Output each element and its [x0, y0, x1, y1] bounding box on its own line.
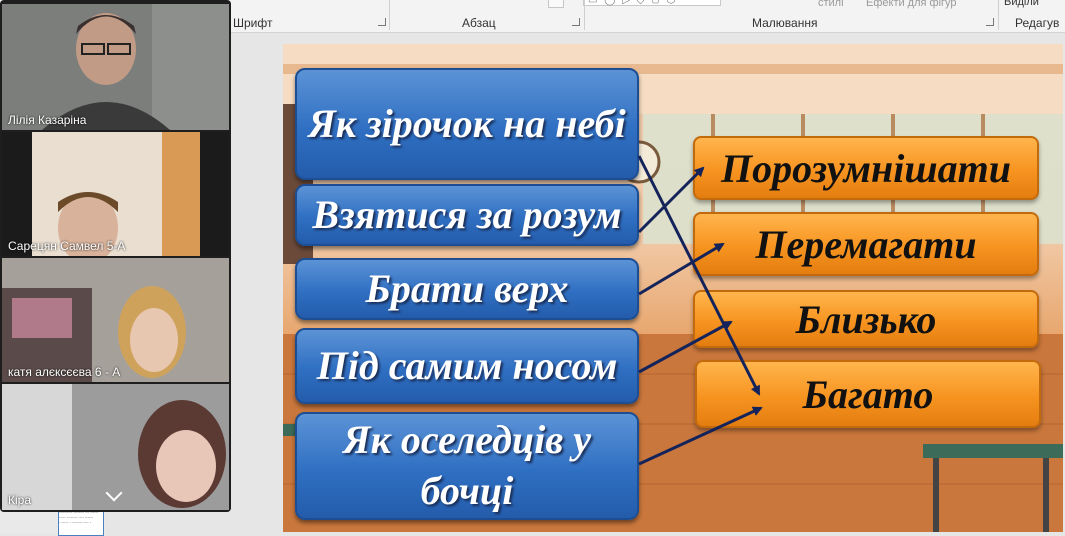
connector-arrows	[637, 155, 763, 466]
participant-video	[2, 258, 229, 382]
ribbon-group-editing: Редагув	[1015, 16, 1060, 30]
participant-tile[interactable]: катя алєксєєва 6 - А	[2, 258, 229, 382]
participant-tile[interactable]: Сарецян Самвел 5-А	[2, 132, 229, 256]
video-participants-panel: Лілія Казаріна Сарецян Самвел 5-А катя а…	[0, 0, 231, 512]
ribbon-group-drawing: Малювання	[752, 16, 818, 30]
font-dialog-launcher-icon[interactable]	[378, 18, 386, 26]
quick-styles-button[interactable]: стилі	[818, 0, 844, 9]
ribbon-separator	[389, 0, 390, 30]
participant-video	[2, 4, 229, 130]
shape-gallery[interactable]: ▭ ◯ ▷ ◇ ⬠ ⬡	[583, 0, 721, 6]
ribbon-group-font: Шрифт	[233, 16, 273, 30]
participant-tile[interactable]: Лілія Казаріна	[2, 4, 229, 130]
slide-thumbnail[interactable]: ----- ----- --- ---- - --- -- - ----- - -- ----…	[58, 508, 104, 536]
participant-video	[32, 132, 200, 256]
ribbon-separator	[584, 0, 585, 30]
participant-name: Лілія Казаріна	[8, 113, 87, 127]
participant-name: Сарецян Самвел 5-А	[8, 239, 126, 253]
align-button[interactable]	[548, 0, 564, 8]
participant-name: катя алєксєєва 6 - А	[8, 365, 121, 379]
participant-name: Кіра	[8, 493, 32, 507]
drawing-dialog-launcher-icon[interactable]	[986, 18, 994, 26]
arrow-herrings-to-many	[638, 406, 763, 466]
shape-effects-button[interactable]: Ефекти для фігур	[866, 0, 957, 9]
presentation-slide[interactable]: Як зірочок на небі Взятися за розум Брат…	[283, 44, 1063, 532]
ribbon-separator	[998, 0, 999, 30]
arrow-upper-hand-to-win	[638, 242, 725, 296]
arrow-stars-to-many	[637, 155, 761, 396]
select-button[interactable]: Виділи	[1004, 0, 1039, 8]
ribbon-group-paragraph: Абзац	[462, 16, 496, 30]
arrow-nose-to-close	[638, 320, 733, 374]
paragraph-dialog-launcher-icon[interactable]	[572, 18, 580, 26]
